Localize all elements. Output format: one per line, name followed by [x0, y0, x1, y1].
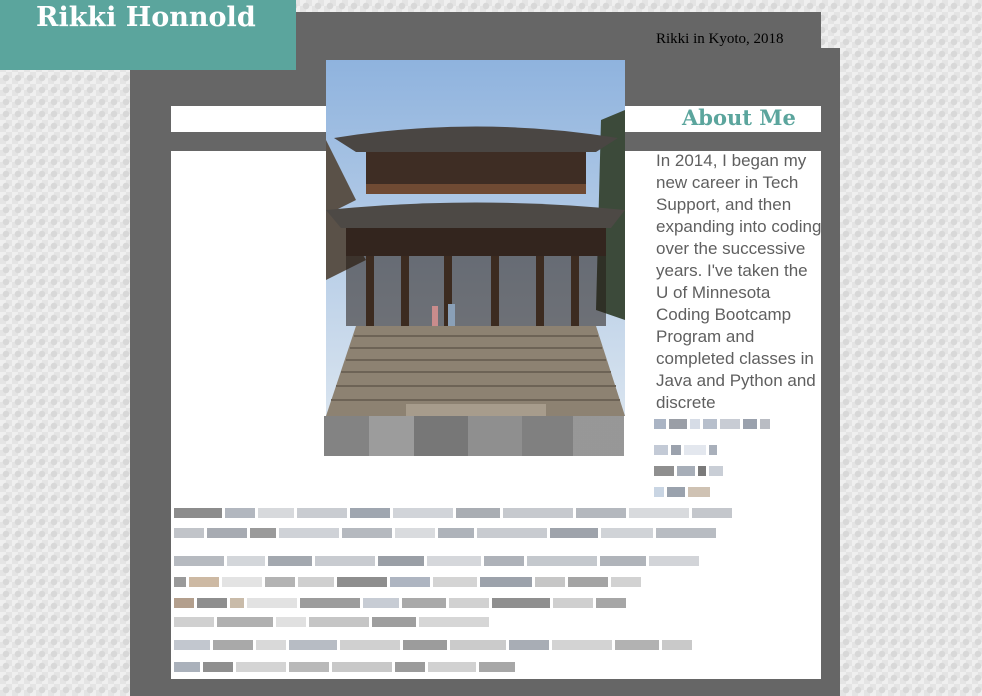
obscured-text-line [654, 466, 723, 476]
photo-caption: Rikki in Kyoto, 2018 [656, 31, 784, 47]
obscured-text-line [654, 419, 770, 429]
obscured-text-line [174, 556, 699, 566]
obscured-text-line [654, 445, 717, 455]
temple-illustration [326, 60, 625, 416]
obscured-text-line [174, 508, 732, 518]
about-paragraph: In 2014, I began my new career in Tech S… [656, 151, 822, 412]
obscured-text-line [174, 528, 716, 538]
obscured-text-line [174, 617, 489, 627]
obscured-text-line [174, 662, 515, 672]
obscured-text-line [654, 487, 710, 497]
about-heading: About Me [682, 105, 796, 130]
obscured-text-line [174, 640, 692, 650]
site-title: Rikki Honnold [36, 2, 256, 33]
obscured-text-line [174, 598, 626, 608]
obscured-text-line [174, 577, 641, 587]
site-title-banner: Rikki Honnold [0, 0, 296, 70]
photo-pixelated-strip [324, 416, 624, 456]
temple-gate-photo [326, 60, 625, 416]
